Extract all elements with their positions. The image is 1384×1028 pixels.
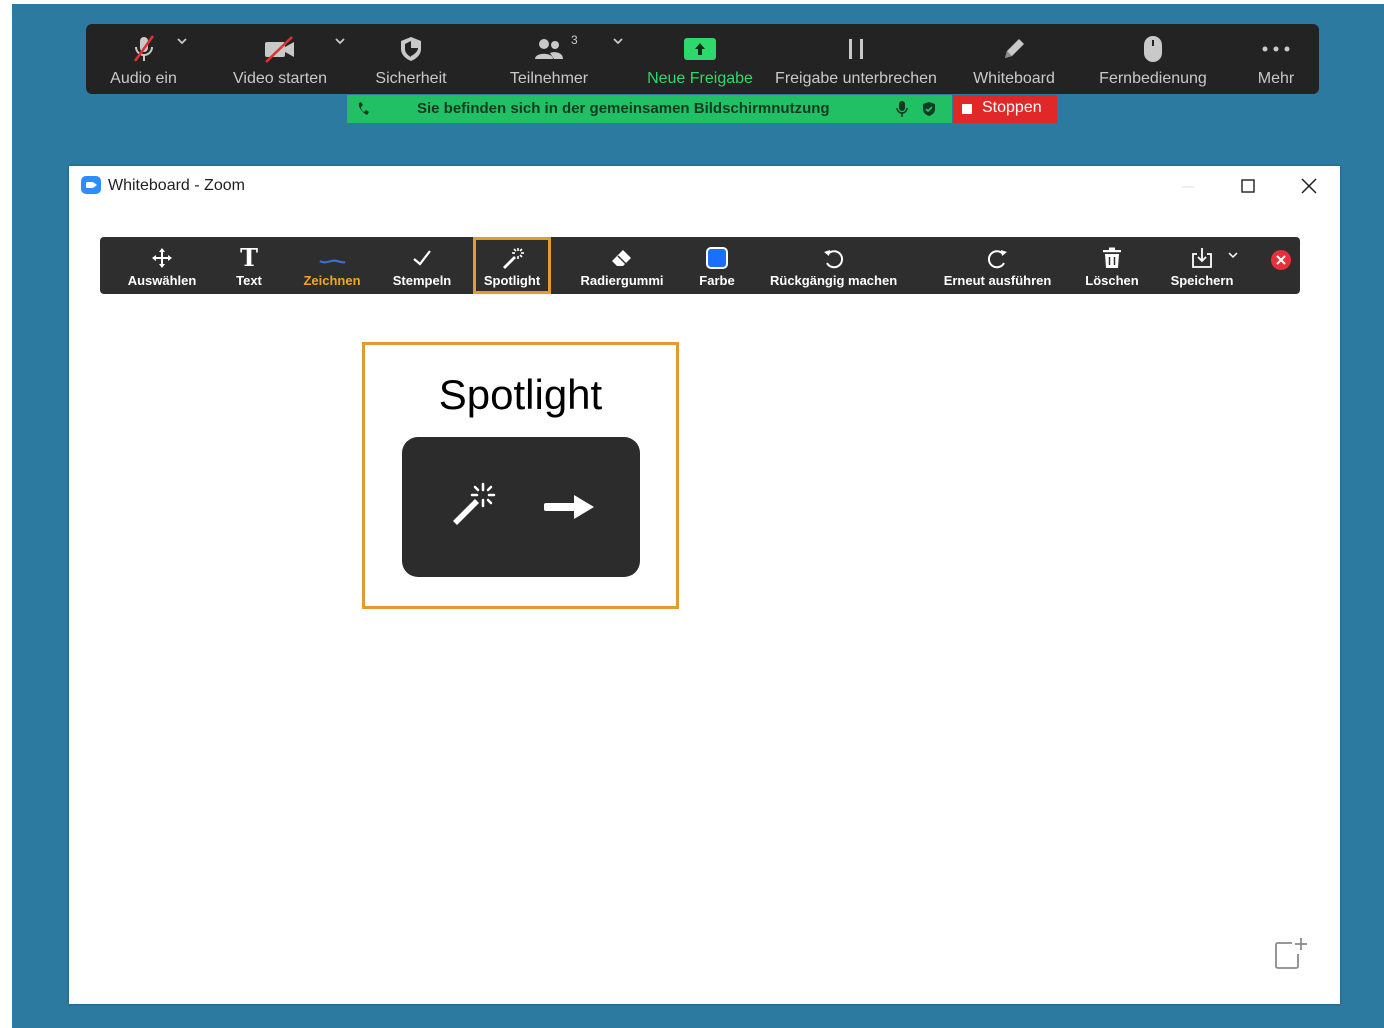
trash-icon [1100, 245, 1124, 271]
participants-button[interactable]: 3 Teilnehmer [498, 24, 623, 94]
maximize-icon [1241, 179, 1255, 193]
stop-sharing-label: Stoppen [982, 99, 1042, 116]
pause-share-label: Freigabe unterbrechen [775, 70, 937, 87]
video-label: Video starten [233, 70, 327, 87]
tool-eraser-label: Radiergummi [580, 273, 664, 288]
whiteboard-toolbar: Auswählen T Text Zeichnen Stempeln Spotl… [100, 237, 1300, 294]
muted-microphone-icon [129, 34, 159, 64]
tool-undo-label: Rückgängig machen [770, 273, 898, 288]
tool-redo-label: Erneut ausführen [943, 273, 1052, 288]
text-icon: T [240, 243, 258, 272]
remote-control-button[interactable]: Fernbedienung [1098, 24, 1208, 94]
pause-icon [844, 34, 868, 64]
tool-select[interactable]: Auswählen [122, 237, 202, 294]
tool-text[interactable]: T Text [224, 237, 274, 294]
window-titlebar[interactable]: Whiteboard - Zoom [69, 166, 1340, 206]
shield-icon [397, 34, 425, 64]
tool-clear[interactable]: Löschen [1082, 237, 1142, 294]
callout-title: Spotlight [438, 371, 603, 418]
new-share-button[interactable]: Neue Freigabe [646, 24, 754, 94]
tool-select-label: Auswählen [127, 273, 197, 288]
remote-control-label: Fernbedienung [1099, 70, 1207, 87]
audio-options-chevron-icon[interactable] [176, 36, 188, 46]
arrow-right-icon [544, 495, 594, 519]
participants-count: 3 [571, 33, 578, 47]
maximize-button[interactable] [1233, 174, 1263, 198]
tool-eraser[interactable]: Radiergummi [578, 237, 666, 294]
whiteboard-label: Whiteboard [973, 70, 1055, 87]
participants-icon [532, 34, 566, 64]
tool-spotlight-label: Spotlight [483, 273, 541, 288]
participants-label: Teilnehmer [509, 70, 589, 87]
video-options-chevron-icon[interactable] [334, 36, 346, 46]
draw-icon [317, 245, 347, 271]
tool-stamp-label: Stempeln [392, 273, 452, 288]
sharing-status-text: Sie befinden sich in der gemeinsamen Bil… [417, 100, 830, 117]
phone-icon [358, 102, 369, 115]
tool-stamp[interactable]: Stempeln [388, 237, 456, 294]
stamp-check-icon [410, 245, 434, 271]
close-icon [1301, 178, 1317, 194]
minimize-icon [1182, 186, 1194, 188]
tool-spotlight[interactable]: Spotlight [473, 237, 551, 294]
save-icon [1189, 245, 1215, 271]
shield-check-icon [923, 102, 935, 116]
minimize-button[interactable] [1173, 174, 1203, 198]
security-label: Sicherheit [375, 70, 447, 87]
more-dots-icon [1259, 34, 1293, 64]
tool-undo[interactable]: Rückgängig machen [770, 237, 898, 294]
microphone-status-icon [896, 101, 908, 117]
pause-share-button[interactable]: Freigabe unterbrechen [774, 24, 938, 94]
whiteboard-button[interactable]: Whiteboard [966, 24, 1062, 94]
new-page-button[interactable] [1272, 936, 1308, 972]
tool-text-label: Text [236, 273, 262, 288]
undo-icon [821, 245, 845, 271]
magic-wand-icon [453, 482, 496, 525]
tool-redo[interactable]: Erneut ausführen [940, 237, 1055, 294]
zoom-app-icon [81, 176, 101, 194]
tool-draw-label: Zeichnen [303, 273, 361, 288]
add-page-icon [1275, 938, 1307, 969]
meeting-controls-bar: Audio ein Video starten Sicherheit 3 Tei… [86, 24, 1319, 94]
stop-square-icon [962, 104, 972, 114]
close-circle-icon [1271, 250, 1291, 270]
new-share-label: Neue Freigabe [647, 70, 753, 87]
tool-save-label: Speichern [1170, 273, 1234, 288]
video-off-icon [262, 34, 298, 64]
window-title: Whiteboard - Zoom [108, 177, 245, 194]
audio-button[interactable]: Audio ein [96, 24, 191, 94]
eraser-icon [609, 245, 635, 271]
stop-sharing-button[interactable]: Stoppen [953, 95, 1057, 123]
tool-color-label: Farbe [699, 273, 735, 288]
close-window-button[interactable] [1294, 174, 1324, 198]
move-icon [150, 245, 174, 271]
security-button[interactable]: Sicherheit [364, 24, 458, 94]
participants-options-chevron-icon[interactable] [612, 36, 624, 46]
magic-wand-icon [499, 245, 525, 271]
save-options-chevron-icon[interactable] [1228, 251, 1238, 259]
whiteboard-canvas[interactable] [69, 306, 1340, 1004]
screen-sharing-banner: Sie befinden sich in der gemeinsamen Bil… [347, 95, 952, 123]
redo-icon [986, 245, 1010, 271]
spotlight-tool-preview [402, 437, 640, 577]
pencil-icon [999, 34, 1029, 64]
audio-label: Audio ein [110, 70, 177, 87]
whiteboard-window: Whiteboard - Zoom Auswählen T Text Zeich… [69, 166, 1340, 1004]
tool-color[interactable]: Farbe [692, 237, 742, 294]
close-toolbar-button[interactable] [1270, 249, 1292, 271]
mouse-icon [1140, 34, 1166, 64]
tool-save[interactable]: Speichern [1168, 237, 1236, 294]
color-swatch-icon [706, 245, 728, 271]
video-button[interactable]: Video starten [226, 24, 345, 94]
more-button[interactable]: Mehr [1246, 24, 1306, 94]
spotlight-callout: Spotlight [362, 342, 679, 609]
tool-clear-label: Löschen [1085, 273, 1139, 288]
share-screen-icon [684, 34, 716, 64]
more-label: Mehr [1257, 70, 1295, 87]
tool-draw[interactable]: Zeichnen [298, 237, 366, 294]
